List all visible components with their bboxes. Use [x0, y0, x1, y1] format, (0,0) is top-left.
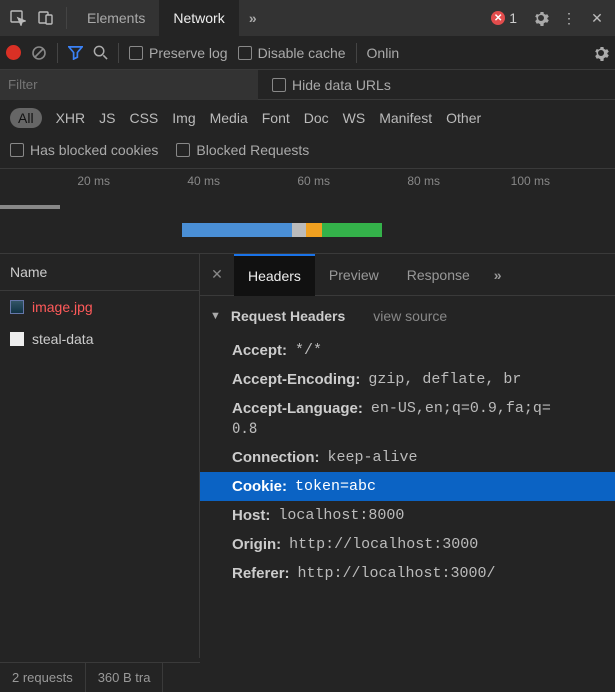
- header-origin[interactable]: Origin:http://localhost:3000: [200, 530, 615, 559]
- type-img[interactable]: Img: [172, 110, 195, 126]
- request-row-steal[interactable]: steal-data: [0, 323, 199, 355]
- has-blocked-cookies-checkbox[interactable]: Has blocked cookies: [10, 142, 158, 158]
- request-headers-section[interactable]: ▼ Request Headers view source: [200, 296, 615, 336]
- request-name: steal-data: [32, 331, 93, 347]
- type-other[interactable]: Other: [446, 110, 481, 126]
- timeline[interactable]: 20 ms 40 ms 60 ms 80 ms 100 ms: [0, 169, 615, 254]
- header-accept-encoding[interactable]: Accept-Encoding:gzip, deflate, br: [200, 365, 615, 394]
- tab-headers[interactable]: Headers: [234, 254, 315, 296]
- filter-input[interactable]: [0, 70, 258, 100]
- header-cookie[interactable]: Cookie:token=abc: [200, 472, 615, 501]
- request-name: image.jpg: [32, 299, 93, 315]
- header-accept-language-cont: 0.8: [200, 421, 615, 437]
- gear-icon[interactable]: [527, 4, 555, 32]
- type-font[interactable]: Font: [262, 110, 290, 126]
- devtools-topbar: Elements Network » ✕1 ⋮ ✕: [0, 0, 615, 36]
- header-accept-language[interactable]: Accept-Language:en-US,en;q=0.9,fa;q=: [200, 394, 615, 423]
- type-css[interactable]: CSS: [129, 110, 158, 126]
- network-toolbar: Preserve log Disable cache Onlin: [0, 36, 615, 70]
- filter-icon[interactable]: [68, 45, 83, 60]
- status-bar: 2 requests 360 B tra: [0, 662, 200, 692]
- close-details-icon[interactable]: ✕: [200, 266, 234, 283]
- clear-icon[interactable]: [31, 45, 47, 61]
- status-transferred: 360 B tra: [86, 663, 164, 692]
- type-ws[interactable]: WS: [343, 110, 366, 126]
- type-media[interactable]: Media: [210, 110, 248, 126]
- close-icon[interactable]: ✕: [583, 4, 611, 32]
- more-detail-tabs-icon[interactable]: »: [484, 254, 512, 296]
- image-file-icon: [10, 300, 24, 314]
- type-filters: All XHR JS CSS Img Media Font Doc WS Man…: [0, 100, 615, 136]
- filter-bar: Hide data URLs: [0, 70, 615, 100]
- block-filters: Has blocked cookies Blocked Requests: [0, 136, 615, 169]
- record-button[interactable]: [6, 45, 21, 60]
- name-column-header[interactable]: Name: [0, 254, 199, 291]
- more-tabs-icon[interactable]: »: [239, 4, 267, 32]
- tab-elements[interactable]: Elements: [73, 0, 159, 36]
- network-settings-icon[interactable]: [593, 45, 609, 61]
- header-connection[interactable]: Connection:keep-alive: [200, 443, 615, 472]
- throttle-select[interactable]: Onlin: [367, 45, 407, 61]
- section-title: Request Headers: [231, 308, 345, 324]
- time-ruler: 20 ms 40 ms 60 ms 80 ms 100 ms: [0, 169, 615, 193]
- header-accept[interactable]: Accept:*/*: [200, 336, 615, 365]
- tab-network[interactable]: Network: [159, 0, 238, 36]
- inspect-icon[interactable]: [4, 4, 32, 32]
- status-requests: 2 requests: [0, 663, 86, 692]
- disclosure-triangle-icon: ▼: [210, 310, 221, 322]
- type-xhr[interactable]: XHR: [56, 110, 86, 126]
- hide-data-urls-checkbox[interactable]: Hide data URLs: [272, 77, 391, 93]
- header-referer[interactable]: Referer:http://localhost:3000/: [200, 559, 615, 588]
- error-badge[interactable]: ✕1: [491, 10, 517, 26]
- document-file-icon: [10, 332, 24, 346]
- view-source-link[interactable]: view source: [373, 308, 447, 324]
- preserve-log-checkbox[interactable]: Preserve log: [129, 45, 228, 61]
- blocked-requests-checkbox[interactable]: Blocked Requests: [176, 142, 309, 158]
- kebab-icon[interactable]: ⋮: [555, 4, 583, 32]
- header-host[interactable]: Host:localhost:8000: [200, 501, 615, 530]
- type-doc[interactable]: Doc: [304, 110, 329, 126]
- type-manifest[interactable]: Manifest: [379, 110, 432, 126]
- details-tabs: ✕ Headers Preview Response »: [200, 254, 615, 296]
- request-list: Name image.jpg steal-data: [0, 254, 200, 658]
- split-panes: Name image.jpg steal-data ✕ Headers Prev…: [0, 254, 615, 658]
- search-icon[interactable]: [93, 45, 108, 60]
- tab-preview[interactable]: Preview: [315, 254, 393, 296]
- request-row-image[interactable]: image.jpg: [0, 291, 199, 323]
- error-count: 1: [509, 10, 517, 26]
- details-pane: ✕ Headers Preview Response » ▼ Request H…: [200, 254, 615, 658]
- type-js[interactable]: JS: [99, 110, 115, 126]
- timeline-bars: [0, 193, 615, 253]
- tab-response[interactable]: Response: [393, 254, 484, 296]
- disable-cache-checkbox[interactable]: Disable cache: [238, 45, 346, 61]
- type-all[interactable]: All: [10, 108, 42, 128]
- device-toggle-icon[interactable]: [32, 4, 60, 32]
